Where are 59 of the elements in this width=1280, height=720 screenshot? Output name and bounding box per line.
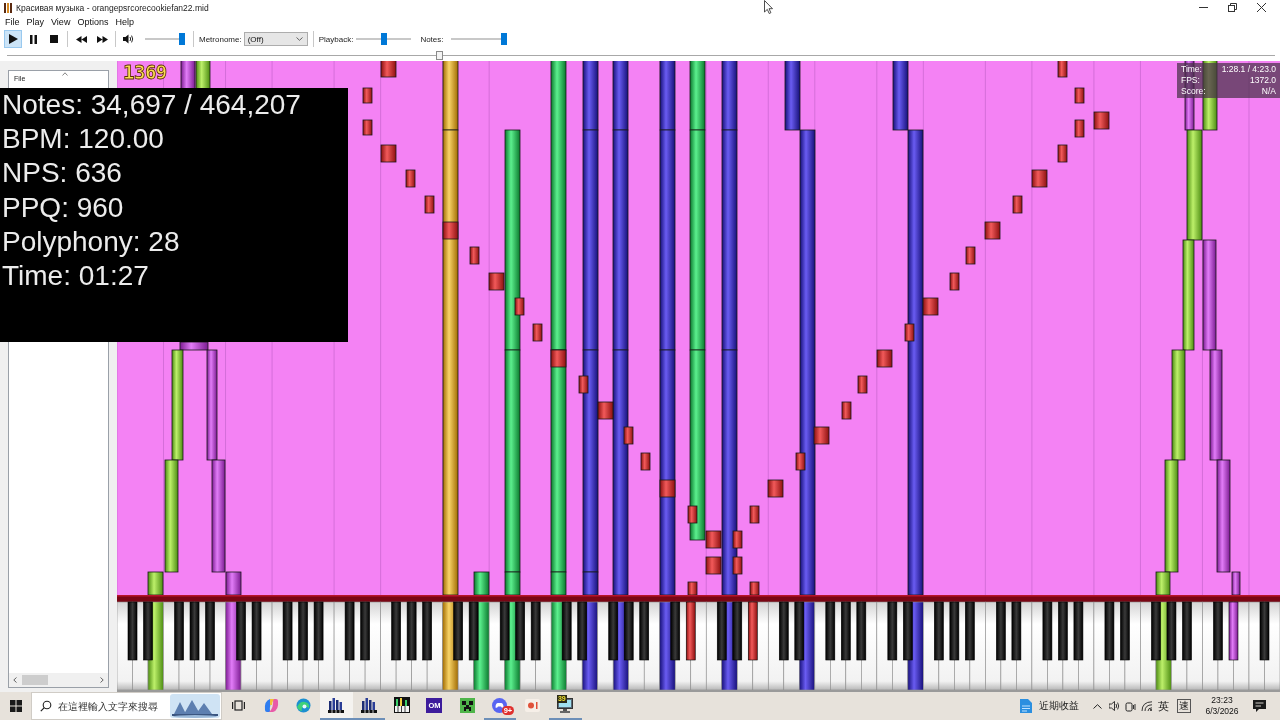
rewind-icon: [75, 35, 87, 43]
menu-item[interactable]: Options: [73, 15, 112, 29]
pixel-face-icon: [459, 697, 475, 713]
app-icon: [4, 2, 13, 13]
wave-logo-icon: [296, 697, 312, 713]
clock-time[interactable]: 23:23: [1211, 695, 1233, 706]
metronome-label: Metronome:: [199, 34, 242, 44]
wifi-icon[interactable]: [1141, 701, 1153, 711]
minimize-icon: [1199, 7, 1208, 8]
speaker-icon[interactable]: [1109, 701, 1120, 711]
swirl-logo-icon: [262, 697, 280, 713]
dot-tile-icon: [525, 698, 541, 712]
note-counter: 1369: [123, 62, 167, 83]
playback-label: Playback:: [318, 34, 354, 44]
close-icon: [1257, 3, 1266, 12]
clock-date[interactable]: 6/3/2026: [1205, 706, 1239, 717]
horizontal-scrollbar[interactable]: [9, 673, 108, 687]
notes-label: Notes:: [420, 34, 444, 44]
menu-item[interactable]: Help: [111, 15, 138, 29]
piano-keys-icon: [393, 697, 410, 713]
notes-slider-thumb[interactable]: [500, 33, 507, 45]
restore-icon: [1228, 3, 1237, 12]
window-title: Красивая музыка - orangepsrcorecookiefan22.mid: [16, 2, 209, 13]
document-icon[interactable]: [1020, 699, 1032, 713]
seek-slider-thumb[interactable]: [435, 50, 443, 60]
task-view-icon: [231, 699, 245, 711]
speaker-icon: [122, 34, 134, 44]
notification-icon[interactable]: [1253, 700, 1266, 712]
playback-slider-thumb[interactable]: [380, 33, 387, 45]
info-label: Score:: [1181, 86, 1206, 97]
taskbar-app-button[interactable]: [320, 692, 353, 720]
info-value: 1:28.1 / 4:23.0: [1220, 64, 1276, 75]
play-button[interactable]: [4, 30, 22, 48]
play-icon: [8, 34, 18, 44]
pause-icon: [29, 34, 37, 44]
scroll-left-icon[interactable]: [13, 677, 17, 683]
info-value: 1372.0: [1249, 75, 1276, 86]
chevron-up-icon[interactable]: [1093, 703, 1102, 709]
fast-forward-icon: [96, 35, 108, 43]
widget-label[interactable]: 近期收益: [1039, 699, 1079, 713]
volume-slider-thumb[interactable]: [179, 33, 185, 45]
piano-bars-icon: [361, 697, 378, 713]
metronome-dropdown[interactable]: (Off): [243, 32, 308, 46]
info-label: Time:: [1181, 64, 1203, 75]
menu-item[interactable]: View: [47, 15, 74, 29]
search-highlight-picture: [170, 694, 220, 718]
chevron-down-icon: [295, 37, 303, 41]
menu-item[interactable]: File: [1, 15, 23, 29]
windows-logo-icon: [9, 700, 22, 712]
search-icon: [40, 700, 52, 712]
info-value: N/A: [1260, 86, 1276, 97]
input-mode-indicator[interactable]: 英: [1158, 698, 1169, 714]
piano-bars-icon: [328, 697, 345, 713]
scroll-right-icon[interactable]: [100, 677, 104, 683]
info-label: FPS:: [1181, 75, 1201, 86]
menu-item[interactable]: Play: [23, 15, 48, 29]
device-icon[interactable]: [1125, 700, 1136, 712]
stop-icon: [50, 35, 58, 43]
input-method-indicator[interactable]: 速: [1177, 699, 1191, 713]
